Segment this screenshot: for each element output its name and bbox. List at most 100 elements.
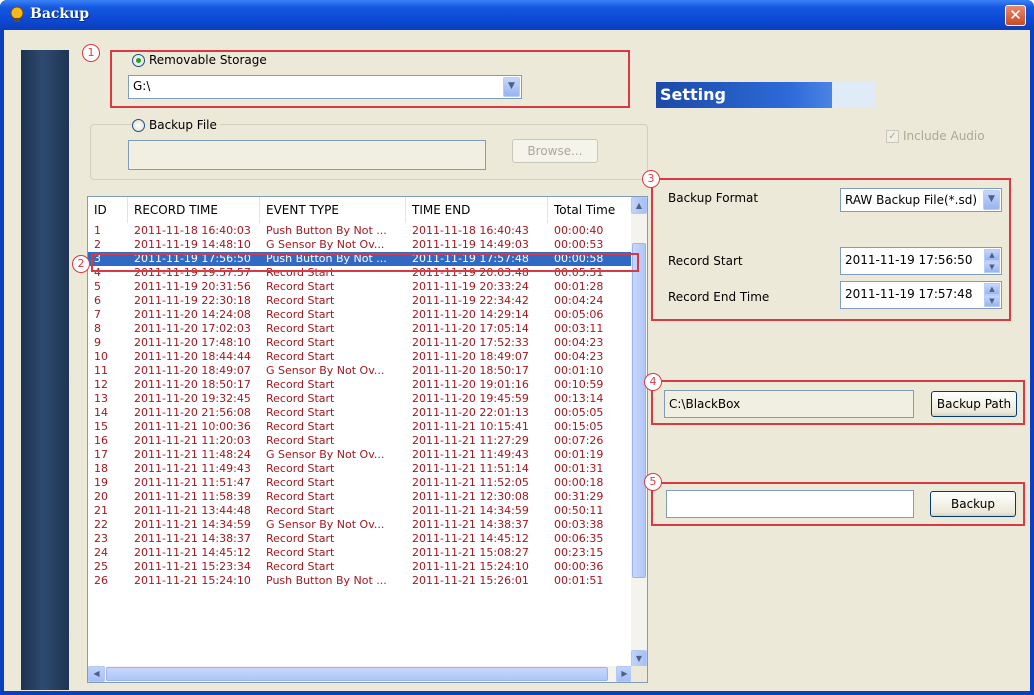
cell-id: 25 — [94, 560, 108, 573]
cell-total-time: 00:50:11 — [554, 504, 604, 517]
cell-event-type: Push Button By Not ... — [266, 574, 387, 587]
cell-event-type: Record Start — [266, 504, 335, 517]
cell-time-end: 2011-11-20 22:01:13 — [412, 406, 529, 419]
removable-storage-radio[interactable]: Removable Storage — [132, 53, 267, 67]
record-start-field[interactable]: 2011-11-19 17:56:50 ▲ ▼ — [840, 247, 1002, 275]
cell-record-time: 2011-11-20 14:24:08 — [134, 308, 251, 321]
lightbulb-icon — [10, 6, 24, 22]
cell-total-time: 00:05:06 — [554, 308, 604, 321]
spin-arrows-icon[interactable]: ▲ ▼ — [984, 283, 1000, 307]
backup-format-value: RAW Backup File(*.sd) — [845, 193, 978, 207]
table-row[interactable]: 13 2011-11-20 19:32:45 Record Start 2011-11… — [88, 392, 633, 406]
cell-event-type: Record Start — [266, 490, 335, 503]
cell-time-end: 2011-11-19 22:34:42 — [412, 294, 529, 307]
cell-event-type: Record Start — [266, 308, 335, 321]
cell-total-time: 00:00:40 — [554, 224, 604, 237]
include-audio-checkbox[interactable]: ✓ Include Audio — [886, 129, 985, 143]
setting-title: Setting — [660, 85, 726, 104]
table-row[interactable]: 1 2011-11-18 16:40:03 Push Button By Not .… — [88, 224, 633, 238]
record-end-field[interactable]: 2011-11-19 17:57:48 ▲ ▼ — [840, 281, 1002, 309]
cell-event-type: Record Start — [266, 322, 335, 335]
cell-id: 19 — [94, 476, 108, 489]
column-header-record-time[interactable]: RECORD TIME — [128, 197, 260, 223]
cell-event-type: Record Start — [266, 350, 335, 363]
column-header-id[interactable]: ID — [88, 197, 128, 223]
cell-record-time: 2011-11-18 16:40:03 — [134, 224, 251, 237]
scroll-thumb[interactable] — [632, 243, 646, 578]
table-row[interactable]: 8 2011-11-20 17:02:03 Record Start 2011-11-… — [88, 322, 633, 336]
cell-id: 17 — [94, 448, 108, 461]
backup-file-radio[interactable]: Backup File — [132, 118, 220, 132]
cell-record-time: 2011-11-20 18:50:17 — [134, 378, 251, 391]
cell-total-time: 00:05:05 — [554, 406, 604, 419]
table-row[interactable]: 12 2011-11-20 18:50:17 Record Start 2011-11… — [88, 378, 633, 392]
table-row[interactable]: 20 2011-11-21 11:58:39 Record Start 2011-11… — [88, 490, 633, 504]
cell-event-type: Record Start — [266, 532, 335, 545]
column-header-event-type[interactable]: EVENT TYPE — [260, 197, 406, 223]
table-row[interactable]: 16 2011-11-21 11:20:03 Record Start 2011-11… — [88, 434, 633, 448]
cell-id: 22 — [94, 518, 108, 531]
table-row[interactable]: 26 2011-11-21 15:24:10 Push Button By Not … — [88, 574, 633, 588]
badge-4: 4 — [644, 373, 662, 391]
backup-file-input[interactable] — [128, 140, 486, 170]
backup-path-button[interactable]: Backup Path — [931, 391, 1017, 417]
cell-id: 10 — [94, 350, 108, 363]
table-row[interactable]: 7 2011-11-20 14:24:08 Record Start 2011-11-… — [88, 308, 633, 322]
cell-total-time: 00:15:05 — [554, 420, 604, 433]
list-body: 1 2011-11-18 16:40:03 Push Button By Not .… — [88, 224, 633, 588]
cell-event-type: Record Start — [266, 420, 335, 433]
badge-5: 5 — [644, 473, 662, 491]
chevron-down-icon[interactable]: ▼ — [503, 77, 520, 97]
cell-total-time: 00:01:19 — [554, 448, 604, 461]
cell-record-time: 2011-11-20 21:56:08 — [134, 406, 251, 419]
table-row[interactable]: 23 2011-11-21 14:38:37 Record Start 2011-11… — [88, 532, 633, 546]
table-row[interactable]: 18 2011-11-21 11:49:43 Record Start 2011-11… — [88, 462, 633, 476]
table-row[interactable]: 14 2011-11-20 21:56:08 Record Start 2011-11… — [88, 406, 633, 420]
scroll-up-icon[interactable]: ▲ — [631, 197, 647, 214]
table-row[interactable]: 5 2011-11-19 20:31:56 Record Start 2011-11-… — [88, 280, 633, 294]
drive-select[interactable]: G:\ ▼ — [128, 75, 522, 99]
cell-record-time: 2011-11-21 14:38:37 — [134, 532, 251, 545]
cell-time-end: 2011-11-21 14:45:12 — [412, 532, 529, 545]
cell-id: 2 — [94, 238, 101, 251]
side-banner — [21, 50, 69, 690]
backup-button[interactable]: Backup — [930, 491, 1016, 517]
spin-arrows-icon[interactable]: ▲ ▼ — [984, 249, 1000, 273]
backup-path-input[interactable]: C:\BlackBox — [664, 390, 914, 418]
cell-event-type: G Sensor By Not Ov... — [266, 448, 385, 461]
browse-button[interactable]: Browse... — [512, 139, 598, 163]
cell-time-end: 2011-11-20 17:05:14 — [412, 322, 529, 335]
badge-2: 2 — [72, 255, 90, 273]
table-row[interactable]: 21 2011-11-21 13:44:48 Record Start 2011-11… — [88, 504, 633, 518]
scroll-down-icon[interactable]: ▼ — [631, 650, 647, 667]
chevron-down-icon[interactable]: ▼ — [983, 190, 1000, 210]
table-row[interactable]: 10 2011-11-20 18:44:44 Record Start 2011-11… — [88, 350, 633, 364]
setting-header-tail — [832, 82, 876, 108]
scroll-thumb-horizontal[interactable] — [106, 667, 608, 681]
table-row[interactable]: 24 2011-11-21 14:45:12 Record Start 2011-11… — [88, 546, 633, 560]
backup-format-select[interactable]: RAW Backup File(*.sd) ▼ — [840, 188, 1002, 212]
table-row[interactable]: 11 2011-11-20 18:49:07 G Sensor By Not Ov.… — [88, 364, 633, 378]
cell-time-end: 2011-11-20 18:50:17 — [412, 364, 529, 377]
table-row[interactable]: 22 2011-11-21 14:34:59 G Sensor By Not Ov.… — [88, 518, 633, 532]
cell-id: 11 — [94, 364, 108, 377]
cell-id: 8 — [94, 322, 101, 335]
cell-event-type: Push Button By Not ... — [266, 224, 387, 237]
table-row[interactable]: 19 2011-11-21 11:51:47 Record Start 2011-11… — [88, 476, 633, 490]
table-row[interactable]: 6 2011-11-19 22:30:18 Record Start 2011-11-… — [88, 294, 633, 308]
table-row[interactable]: 17 2011-11-21 11:48:24 G Sensor By Not Ov.… — [88, 448, 633, 462]
table-row[interactable]: 2 2011-11-19 14:48:10 G Sensor By Not Ov..… — [88, 238, 633, 252]
badge-3: 3 — [642, 170, 660, 188]
table-row[interactable]: 15 2011-11-21 10:00:36 Record Start 2011-11… — [88, 420, 633, 434]
cell-total-time: 00:03:38 — [554, 518, 604, 531]
close-icon[interactable]: ✕ — [1005, 5, 1026, 26]
setting-header: Setting — [656, 82, 876, 108]
scroll-left-icon[interactable]: ◀ — [88, 666, 105, 682]
table-row[interactable]: 25 2011-11-21 15:23:34 Record Start 2011-11… — [88, 560, 633, 574]
title-bar[interactable]: Backup ✕ — [0, 0, 1034, 30]
horizontal-scrollbar[interactable]: ◀ ▶ — [88, 666, 633, 682]
column-header-time-end[interactable]: TIME END — [406, 197, 548, 223]
column-header-total-time[interactable]: Total Time — [548, 197, 633, 223]
table-row[interactable]: 9 2011-11-20 17:48:10 Record Start 2011-11-… — [88, 336, 633, 350]
cell-id: 23 — [94, 532, 108, 545]
